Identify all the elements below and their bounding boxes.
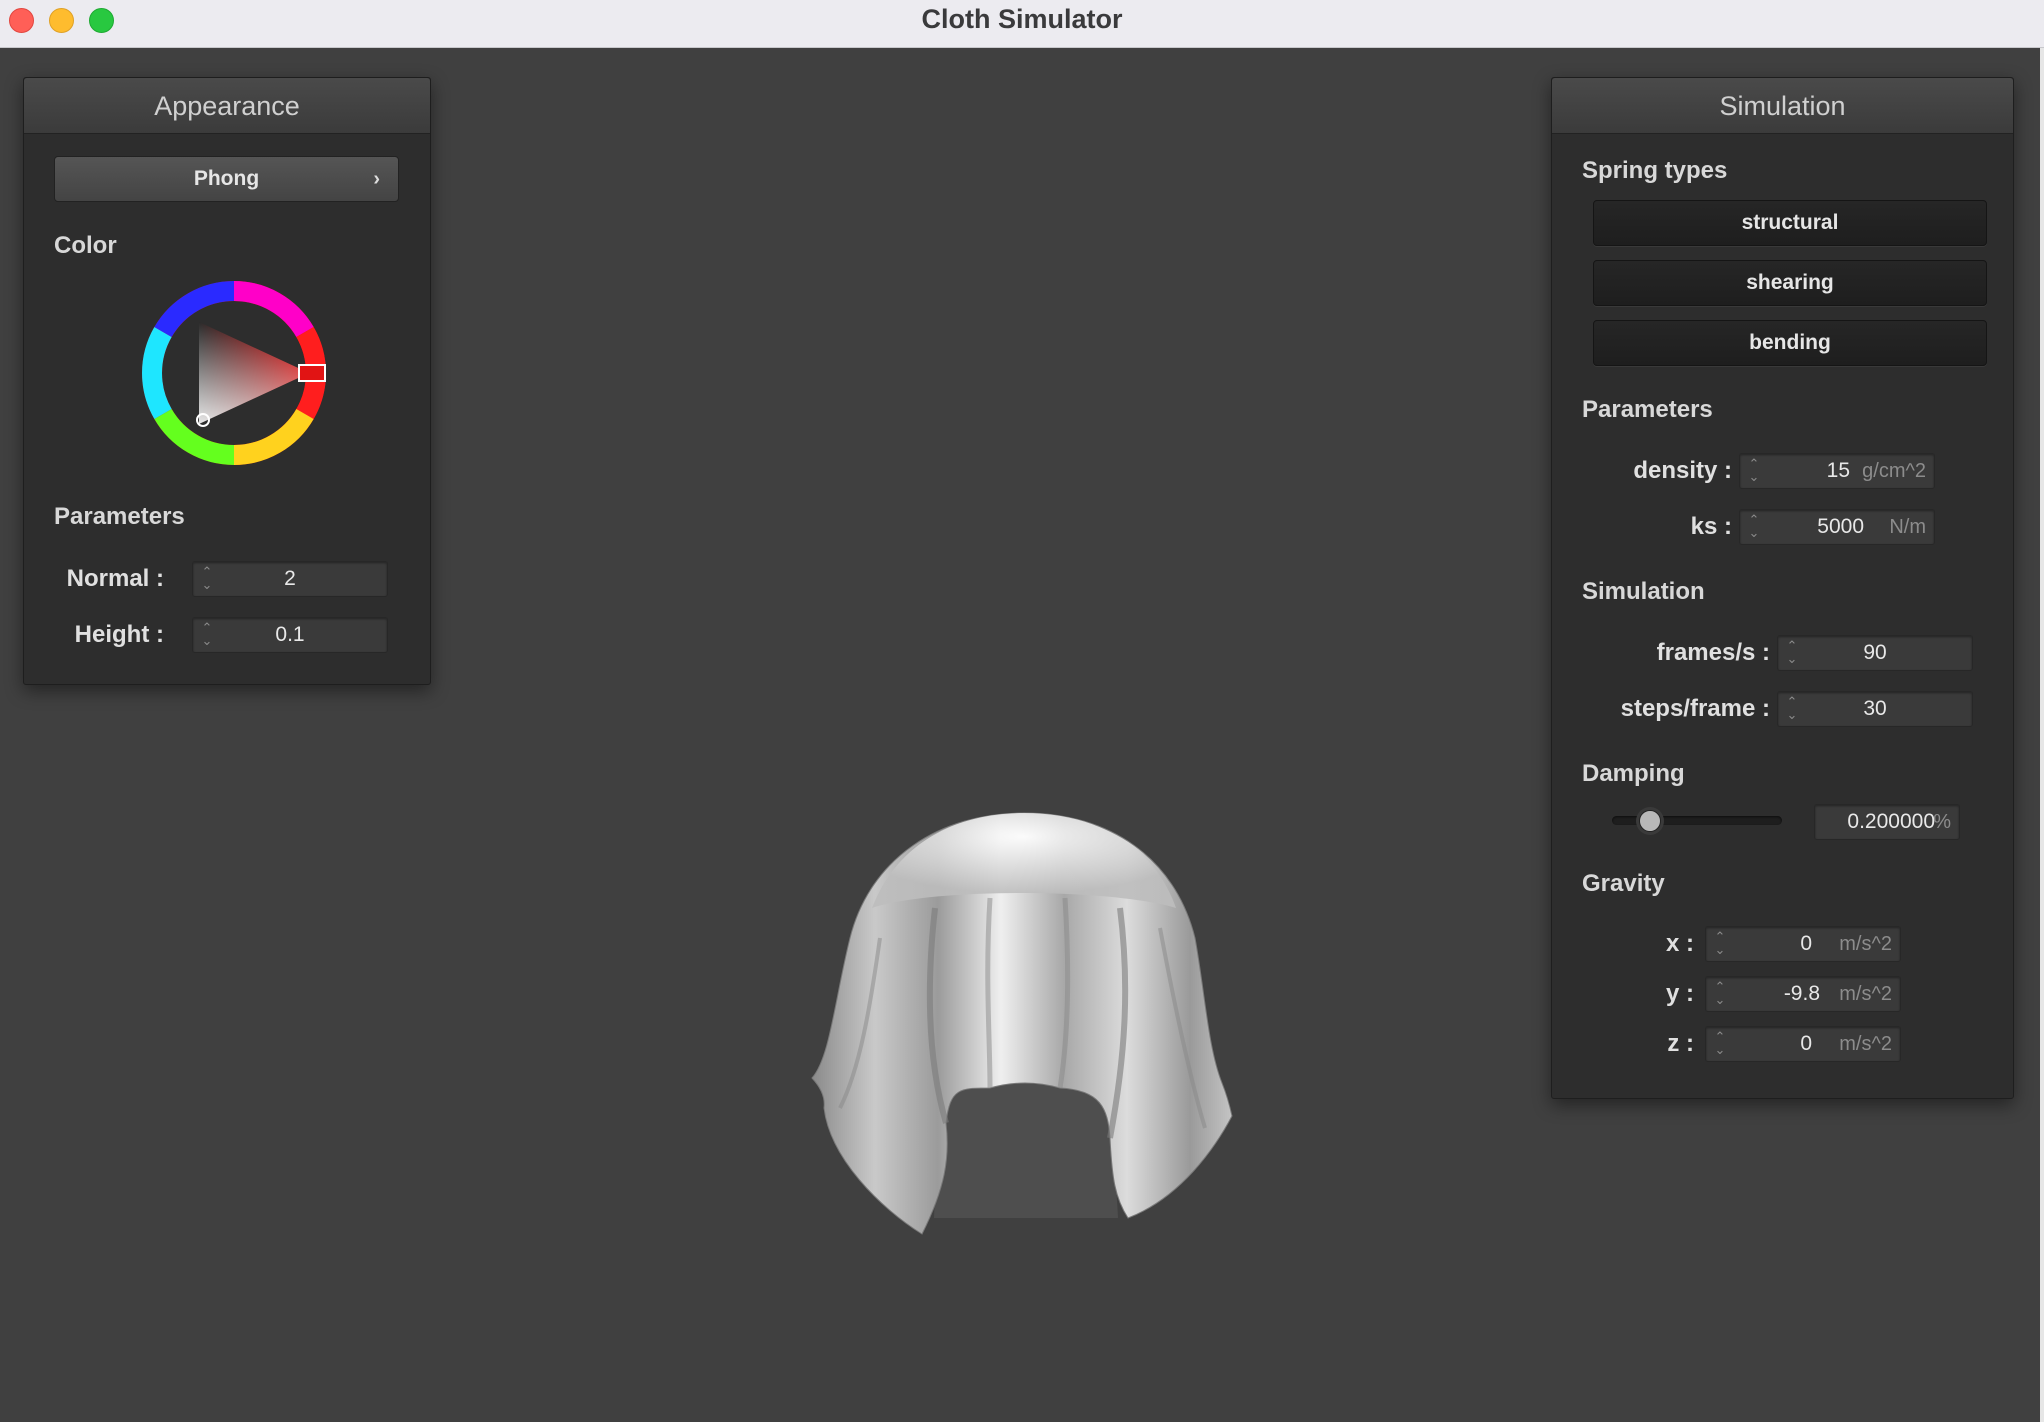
damping-input[interactable]: 0.200000 % — [1814, 804, 1960, 840]
window-titlebar: Cloth Simulator — [0, 0, 2044, 48]
stepper-icon[interactable]: ⌃ ⌄ — [1714, 930, 1726, 958]
damping-track — [1612, 816, 1782, 825]
simulation-header: Simulation — [1552, 78, 2013, 134]
damping-slider-thumb[interactable] — [1639, 810, 1661, 832]
damping-label: Damping — [1582, 760, 1685, 787]
gravity-z-unit: m/s^2 — [1839, 1033, 1892, 1055]
shader-label: Phong — [193, 167, 260, 190]
steps-input[interactable]: ⌃ ⌄ 30 — [1777, 691, 1973, 727]
gravity-x-unit: m/s^2 — [1839, 933, 1892, 955]
gravity-x-input[interactable]: ⌃ ⌄ 0 m/s^2 — [1705, 926, 1901, 962]
sim-params-label: Parameters — [1582, 396, 1713, 423]
steps-value: 30 — [1863, 697, 1887, 720]
height-value: 0.1 — [275, 623, 305, 646]
steps-label: steps/frame : — [1620, 695, 1770, 722]
ks-unit: N/m — [1889, 516, 1926, 538]
normal-value: 2 — [284, 567, 296, 590]
gravity-x-label: x : — [1665, 930, 1694, 957]
window-title: Cloth Simulator — [921, 4, 1123, 34]
gravity-y-input[interactable]: ⌃ ⌄ -9.8 m/s^2 — [1705, 976, 1901, 1012]
normal-input[interactable]: ⌃ ⌄ 2 — [192, 561, 388, 597]
stepper-icon[interactable]: ⌃ ⌄ — [1714, 980, 1726, 1008]
damping-value: 0.200000 — [1847, 810, 1935, 833]
gravity-y-value: -9.8 — [1783, 982, 1820, 1005]
stepper-icon[interactable]: ⌃ ⌄ — [1748, 513, 1760, 541]
frames-label: frames/s : — [1656, 639, 1770, 666]
height-input[interactable]: ⌃ ⌄ 0.1 — [192, 617, 388, 653]
shearing-spring-toggle[interactable]: shearing — [1593, 260, 1987, 306]
ks-input[interactable]: ⌃ ⌄ 5000 N/m — [1739, 509, 1935, 545]
stepper-icon[interactable]: ⌃ ⌄ — [1748, 457, 1760, 485]
normal-label: Normal : — [66, 565, 164, 592]
gravity-x-value: 0 — [1800, 932, 1812, 955]
gravity-y-label: y : — [1665, 980, 1694, 1007]
gravity-label: Gravity — [1582, 870, 1665, 897]
appearance-panel: Appearance Phong › Color Parameters Norm… — [23, 77, 431, 685]
frames-input[interactable]: ⌃ ⌄ 90 — [1777, 635, 1973, 671]
simulation-section-label: Simulation — [1582, 578, 1705, 605]
chevron-right-icon: › — [373, 168, 380, 190]
density-input[interactable]: ⌃ ⌄ 15 g/cm^2 — [1739, 453, 1935, 489]
appearance-params-label: Parameters — [54, 503, 185, 530]
damping-slider[interactable] — [1612, 810, 1782, 832]
density-unit: g/cm^2 — [1862, 460, 1926, 482]
gravity-z-value: 0 — [1800, 1032, 1812, 1055]
appearance-header: Appearance — [24, 78, 430, 134]
ks-value: 5000 — [1817, 515, 1864, 538]
structural-spring-toggle[interactable]: structural — [1593, 200, 1987, 246]
gravity-z-input[interactable]: ⌃ ⌄ 0 m/s^2 — [1705, 1026, 1901, 1062]
height-label: Height : — [74, 621, 164, 648]
color-section-label: Color — [54, 232, 117, 259]
density-label: density : — [1633, 457, 1732, 484]
simulation-panel: Simulation Spring types structural shear… — [1551, 77, 2014, 1099]
shader-select-button[interactable]: Phong › — [54, 156, 399, 202]
frames-value: 90 — [1863, 641, 1887, 664]
color-wheel[interactable] — [139, 278, 329, 468]
ks-label: ks : — [1690, 513, 1732, 540]
hue-picker-handle[interactable] — [298, 364, 326, 382]
spring-types-label: Spring types — [1582, 157, 1728, 184]
gravity-y-unit: m/s^2 — [1839, 983, 1892, 1005]
window-edge — [2040, 48, 2044, 1422]
gravity-z-label: z : — [1667, 1030, 1694, 1057]
bending-spring-toggle[interactable]: bending — [1593, 320, 1987, 366]
density-value: 15 — [1826, 459, 1850, 482]
damping-unit: % — [1933, 811, 1951, 833]
stepper-icon[interactable]: ⌃ ⌄ — [1714, 1030, 1726, 1058]
